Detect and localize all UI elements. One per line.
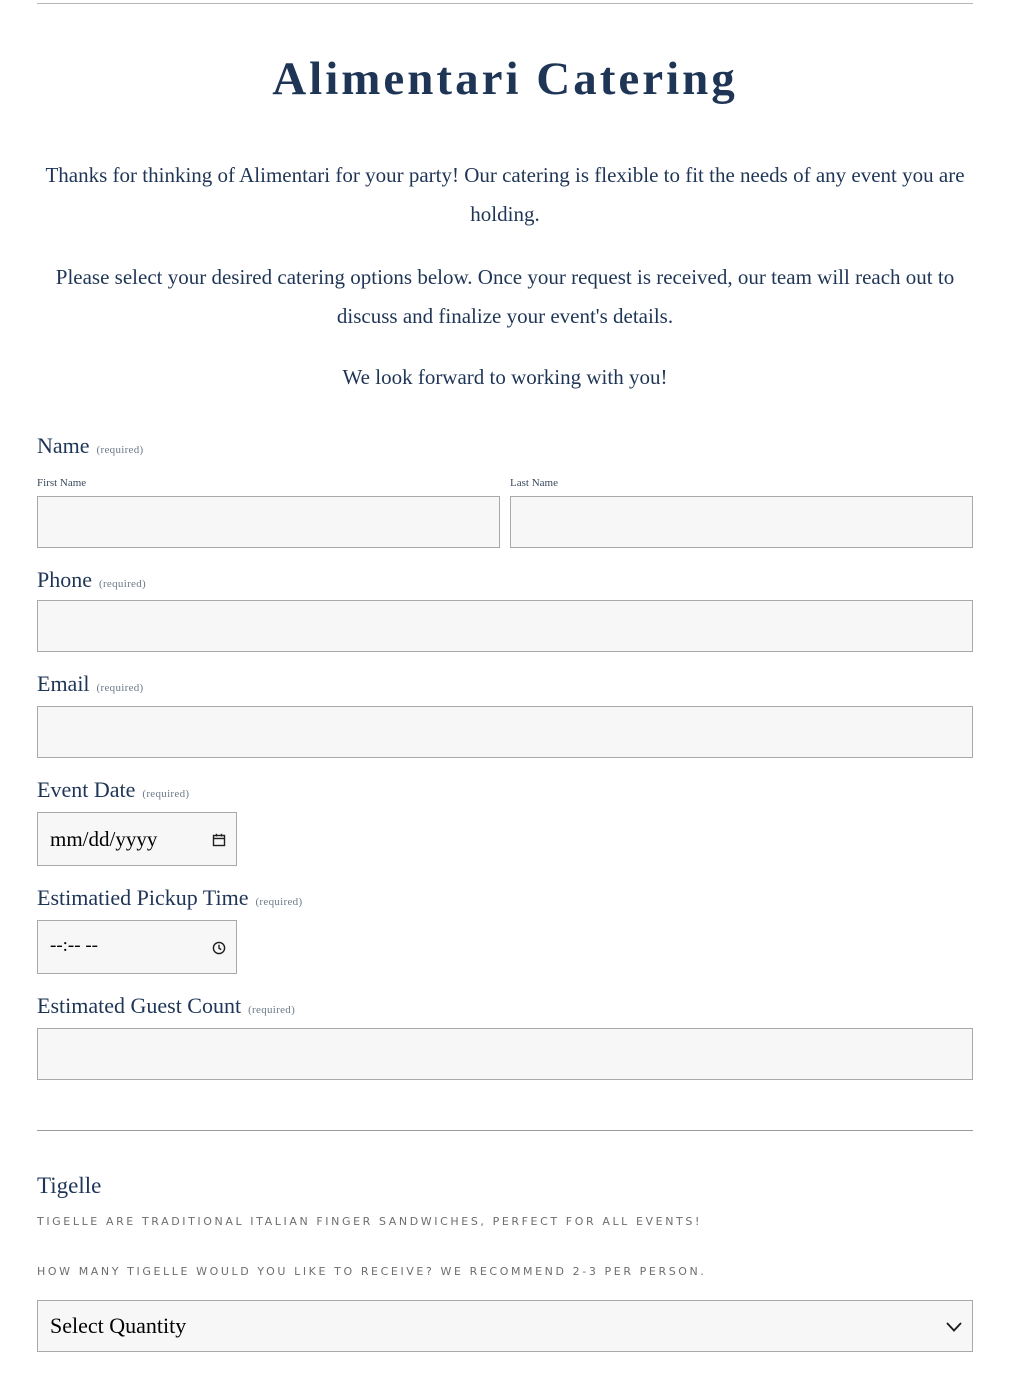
- required-tag: (required): [142, 788, 190, 800]
- pickup-time-placeholder: --:-- --: [50, 935, 98, 956]
- page-title: Alimentari Catering: [272, 53, 738, 105]
- intro-paragraph-3: We look forward to working with you!: [342, 365, 668, 389]
- email-label: Email (required): [37, 671, 144, 697]
- intro-paragraph-2: Please select your desired catering opti…: [55, 265, 955, 328]
- pickup-time-label-text: Estimatied Pickup Time: [37, 885, 249, 910]
- tigelle-quantity-value: Select Quantity: [50, 1313, 187, 1338]
- section-divider: [37, 1130, 973, 1131]
- event-date-placeholder: mm/dd/yyyy: [50, 827, 158, 851]
- email-label-text: Email: [37, 671, 90, 696]
- required-tag: (required): [248, 1004, 296, 1016]
- chevron-down-icon[interactable]: [945, 1318, 963, 1336]
- required-tag: (required): [255, 896, 303, 908]
- tigelle-question: How many tigelle would you like to recei…: [37, 1265, 707, 1278]
- last-name-input[interactable]: [510, 496, 973, 548]
- event-date-label-text: Event Date: [37, 777, 136, 802]
- required-tag: (required): [96, 682, 144, 694]
- first-name-input[interactable]: [37, 496, 500, 548]
- last-name-label: Last Name: [510, 477, 558, 489]
- calendar-icon[interactable]: [212, 833, 226, 847]
- tigelle-quantity-select[interactable]: Select Quantity: [37, 1300, 973, 1352]
- email-input[interactable]: [37, 706, 973, 758]
- required-tag: (required): [99, 578, 146, 590]
- pickup-time-label: Estimatied Pickup Time (required): [37, 885, 302, 911]
- phone-label: Phone (required): [37, 567, 146, 593]
- tigelle-title: Tigelle: [37, 1173, 102, 1198]
- event-date-label: Event Date (required): [37, 777, 189, 803]
- name-label: Name (required): [37, 433, 144, 459]
- first-name-label: First Name: [37, 477, 87, 489]
- name-label-text: Name: [37, 433, 90, 458]
- required-tag: (required): [96, 444, 144, 456]
- event-date-input[interactable]: mm/dd/yyyy: [37, 812, 237, 866]
- phone-label-text: Phone: [37, 567, 92, 592]
- pickup-time-input[interactable]: --:-- --: [37, 920, 237, 974]
- intro-paragraph-1: Thanks for thinking of Alimentari for yo…: [45, 163, 965, 226]
- top-divider: [37, 3, 973, 4]
- guest-count-label: Estimated Guest Count (required): [37, 993, 295, 1019]
- phone-input[interactable]: [37, 600, 973, 652]
- guest-count-label-text: Estimated Guest Count: [37, 993, 242, 1018]
- clock-icon[interactable]: [212, 941, 226, 955]
- tigelle-description: Tigelle are traditional Italian finger s…: [37, 1215, 702, 1228]
- guest-count-input[interactable]: [37, 1028, 973, 1080]
